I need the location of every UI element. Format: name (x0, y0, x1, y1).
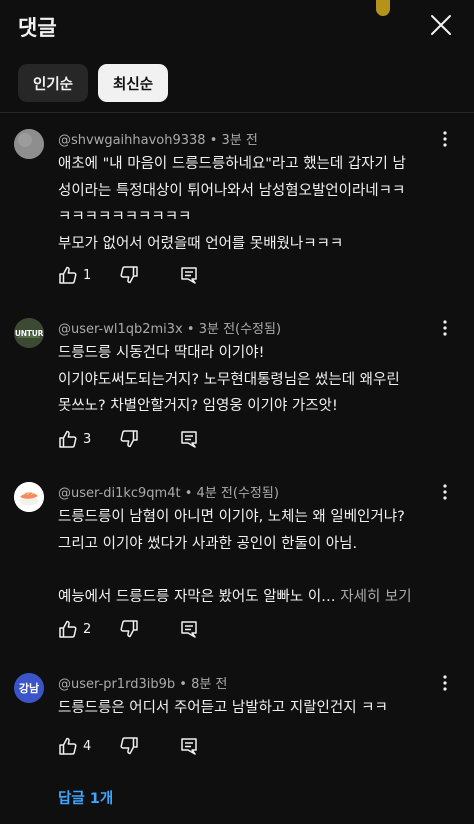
sushi-avatar-icon (14, 482, 44, 512)
avatar[interactable]: 강남 (14, 673, 44, 703)
meta-separator: • (209, 133, 222, 148)
comment-text-line: ㅋㅋㅋㅋㅋㅋㅋㅋㅋㅋ (58, 209, 192, 225)
thumbs-down-icon (120, 737, 138, 755)
like-count: 3 (83, 431, 92, 447)
close-button[interactable] (424, 8, 458, 42)
thumbs-up-icon (59, 620, 77, 638)
comment-actions: 2 (58, 617, 199, 641)
comment-meta: @shvwgaihhavoh9338 • 3분 전 (58, 129, 258, 148)
close-icon (431, 15, 451, 35)
avatar[interactable]: UNTUR (14, 318, 44, 348)
comment-actions: 1 (58, 263, 199, 287)
like-button[interactable] (58, 736, 78, 756)
comment-time: 4분 전(수정됨) (196, 486, 279, 501)
reply-button[interactable] (179, 265, 199, 285)
more-vertical-icon (443, 131, 447, 147)
more-vertical-icon (443, 484, 447, 500)
like-button[interactable] (58, 429, 78, 449)
comment-text: 드릉드릉 시동건다 딱대라 이기야! 이기야도써도되는거지? 노무현대통령님은 … (58, 340, 458, 420)
comment-text-line: 드릉드릉은 어디서 주어듣고 남발하고 지랄인건지 ㅋㅋ (58, 700, 388, 716)
dislike-button[interactable] (119, 429, 139, 449)
comment-time: 3분 전 (221, 133, 258, 148)
more-vertical-icon (443, 320, 447, 336)
dislike-button[interactable] (119, 619, 139, 639)
thumbs-down-icon (120, 430, 138, 448)
reply-comment-icon (181, 267, 197, 284)
comment-more-button[interactable] (437, 671, 453, 695)
comment-meta: @user-pr1rd3ib9b • 8분 전 (58, 673, 227, 692)
meta-separator: • (184, 486, 197, 501)
reply-comment-icon (181, 738, 197, 755)
comment-actions: 4 (58, 734, 199, 758)
avatar[interactable] (14, 129, 44, 159)
comment-text: 드릉드릉은 어디서 주어듣고 남발하고 지랄인건지 ㅋㅋ (58, 695, 458, 722)
comment-author[interactable]: @user-wl1qb2mi3x (58, 322, 183, 337)
thumbs-up-icon (59, 737, 77, 755)
like-count: 2 (83, 621, 92, 637)
comment-text: 애초에 "내 마음이 드릉드릉하네요"라고 했는데 갑자기 남 성이라는 특정대… (58, 151, 458, 257)
dislike-button[interactable] (119, 736, 139, 756)
view-replies-link[interactable]: 답글 1개 (58, 787, 113, 808)
more-vertical-icon (443, 675, 447, 691)
thumbs-down-icon (120, 266, 138, 284)
comment-text-line (58, 557, 458, 584)
comment-text-line: 그리고 이기야 썼다가 사과한 공인이 한둘이 아님. (58, 535, 358, 552)
sort-chip-newest[interactable]: 최신순 (98, 64, 169, 102)
comment-text-line: 드릉드릉 시동건다 딱대라 이기야! (58, 345, 265, 361)
comment-meta: @user-wl1qb2mi3x • 3분 전(수정됨) (58, 318, 281, 337)
page-title: 댓글 (18, 16, 57, 40)
like-button[interactable] (58, 619, 78, 639)
comment-more-button[interactable] (437, 480, 453, 504)
reply-button[interactable] (179, 736, 199, 756)
gangnam-text-avatar-icon: 강남 (18, 682, 40, 695)
sort-chips: 인기순 최신순 (18, 64, 169, 102)
like-button[interactable] (58, 265, 78, 285)
reply-button[interactable] (179, 429, 199, 449)
comment-more-button[interactable] (437, 316, 453, 340)
comment-text-truncated: 예능에서 드릉드릉 자막은 봤어도 알빠노 이… (58, 588, 336, 605)
thumbs-down-icon (120, 620, 138, 638)
reply-comment-icon (181, 621, 197, 638)
comment-text-line: 이기야도써도되는거지? 노무현대통령님은 썼는데 왜우린 (58, 371, 400, 388)
comments-header: 댓글 (0, 0, 474, 52)
comment-actions: 3 (58, 427, 199, 451)
comment-meta: @user-di1kc9qm4t • 4분 전(수정됨) (58, 482, 279, 501)
comment-more-button[interactable] (437, 127, 453, 151)
gray-circle-avatar-icon (14, 129, 44, 159)
comment-text-line: 드릉드릉이 남혐이 아니면 이기야, 노체는 왜 일베인거냐? (58, 509, 405, 525)
meta-separator: • (186, 322, 199, 337)
sort-chip-popular[interactable]: 인기순 (18, 64, 89, 102)
avatar-text: UNTUR (14, 328, 44, 338)
divider (0, 112, 474, 113)
comment-text: 드릉드릉이 남혐이 아니면 이기야, 노체는 왜 일베인거냐? 그리고 이기야 … (58, 504, 458, 610)
reply-comment-icon (181, 431, 197, 448)
comment-text-line-truncated: 예능에서 드릉드릉 자막은 봤어도 알빠노 이… 자세히 보기 (58, 584, 458, 611)
dislike-button[interactable] (119, 265, 139, 285)
thumbs-up-icon (59, 430, 77, 448)
comment-author[interactable]: @user-pr1rd3ib9b (58, 677, 175, 692)
comment-author[interactable]: @user-di1kc9qm4t (58, 486, 181, 501)
comment-text-line: 못쓰노? 차별안할거지? 임영웅 이기야 가즈앗! (58, 398, 338, 414)
like-count: 4 (83, 738, 92, 754)
avatar[interactable] (14, 482, 44, 512)
thumbs-up-icon (59, 266, 77, 284)
reply-button[interactable] (179, 619, 199, 639)
comment-text-line: 성이라는 특정대상이 튀어나와서 남성혐오발언이라네ㅋㅋ (58, 182, 406, 199)
meta-separator: • (179, 677, 192, 692)
video-thumbnail-edge (376, 0, 390, 16)
like-count: 1 (83, 267, 92, 283)
comment-author[interactable]: @shvwgaihhavoh9338 (58, 133, 206, 148)
comment-text-line: 애초에 "내 마음이 드릉드릉하네요"라고 했는데 갑자기 남 (58, 156, 406, 172)
comment-text-line: 부모가 없어서 어렸을때 언어를 못배웠나ㅋㅋㅋ (58, 235, 344, 252)
comment-time: 8분 전 (191, 677, 228, 692)
comment-time: 3분 전(수정됨) (198, 322, 282, 337)
see-more-link[interactable]: 자세히 보기 (340, 589, 411, 605)
